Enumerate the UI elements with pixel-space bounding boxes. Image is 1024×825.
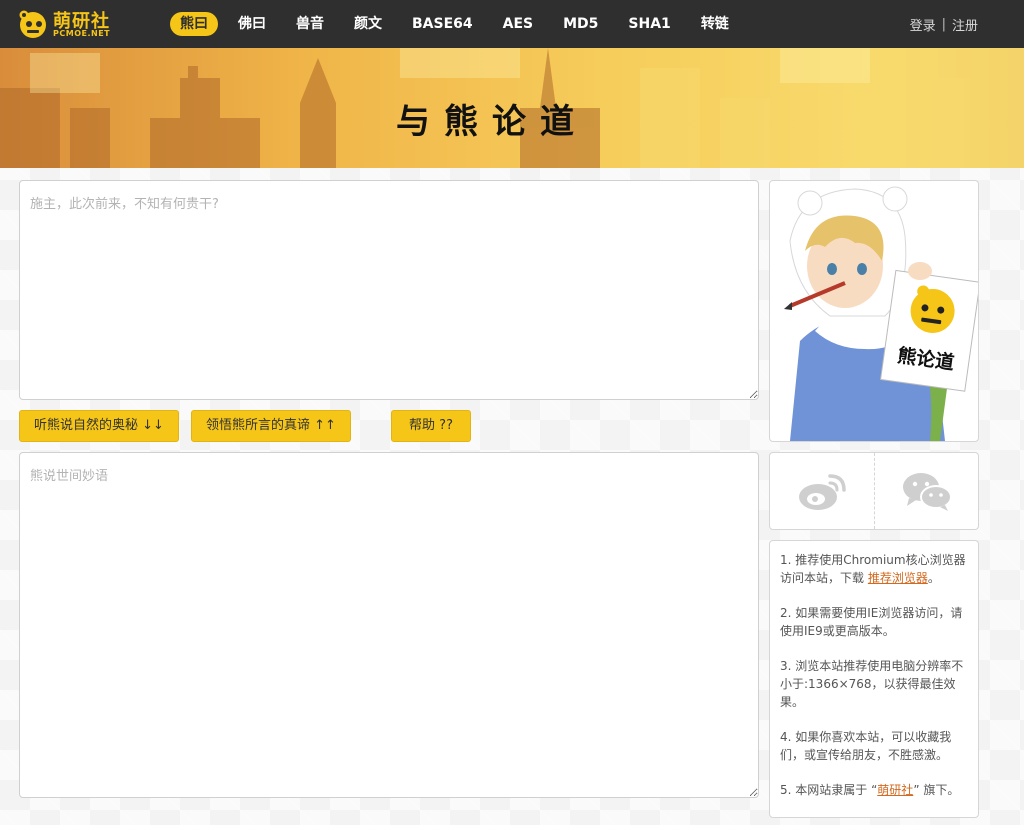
nav-item-md5[interactable]: MD5 bbox=[553, 12, 608, 36]
tip-4: 4. 如果你喜欢本站，可以收藏我们，或宣传给朋友，不胜感激。 bbox=[780, 730, 952, 762]
ciphertext-output[interactable] bbox=[19, 452, 759, 798]
nav-item-zhuanlian[interactable]: 转链 bbox=[691, 12, 739, 36]
nav-item-base64[interactable]: BASE64 bbox=[402, 12, 483, 36]
tip-2: 2. 如果需要使用IE浏览器访问，请使用IE9或更高版本。 bbox=[780, 606, 963, 638]
auth-links: 登录 | 注册 bbox=[910, 15, 978, 34]
nav-item-foyue[interactable]: 佛曰 bbox=[228, 12, 276, 36]
nav-item-xiongyue[interactable]: 熊曰 bbox=[170, 12, 218, 36]
register-link[interactable]: 注册 bbox=[952, 15, 978, 34]
plaintext-input[interactable] bbox=[19, 180, 759, 400]
nav-item-sha1[interactable]: SHA1 bbox=[618, 12, 680, 36]
decode-button[interactable]: 领悟熊所言的真谛 ↑↑ bbox=[191, 410, 351, 442]
tip-5-end: ” 旗下。 bbox=[913, 783, 960, 797]
share-card bbox=[769, 452, 979, 530]
recommended-browser-link[interactable]: 推荐浏览器 bbox=[868, 571, 928, 585]
bear-logo-icon bbox=[19, 10, 46, 38]
site-logo[interactable]: 萌研社 PCMOE.NET bbox=[18, 7, 118, 41]
tips-card: 1. 推荐使用Chromium核心浏览器访问本站，下载 推荐浏览器。 2. 如果… bbox=[769, 540, 979, 818]
wechat-share-button[interactable] bbox=[874, 453, 979, 529]
nav-item-aes[interactable]: AES bbox=[493, 12, 543, 36]
mascot-card: 熊论道 bbox=[769, 180, 979, 442]
pcmoe-link[interactable]: 萌研社 bbox=[877, 783, 913, 797]
encode-button[interactable]: 听熊说自然的奥秘 ↓↓ bbox=[19, 410, 179, 442]
nav-item-yanwen[interactable]: 颜文 bbox=[344, 12, 392, 36]
tip-3: 3. 浏览本站推荐使用电脑分辨率不小于:1366×768，以获得最佳效果。 bbox=[780, 659, 964, 709]
tip-1: 1. 推荐使用Chromium核心浏览器访问本站，下载 推荐浏览器。 bbox=[780, 551, 968, 587]
login-link[interactable]: 登录 bbox=[910, 15, 936, 34]
mascot-illustration: 熊论道 bbox=[784, 186, 978, 441]
top-nav-bar: 萌研社 PCMOE.NET 熊曰 佛曰 兽音 颜文 BASE64 AES MD5… bbox=[0, 0, 1024, 48]
logo-domain: PCMOE.NET bbox=[53, 29, 111, 38]
tip-5: 5. 本网站隶属于 “萌研社” 旗下。 bbox=[780, 781, 968, 799]
page-banner: 与熊论道 bbox=[0, 48, 1024, 168]
main-nav: 熊曰 佛曰 兽音 颜文 BASE64 AES MD5 SHA1 转链 bbox=[170, 12, 749, 36]
tip-1-end: 。 bbox=[927, 571, 940, 585]
weibo-share-button[interactable] bbox=[770, 453, 874, 529]
weibo-icon bbox=[799, 474, 846, 510]
auth-separator: | bbox=[941, 17, 946, 32]
wechat-icon bbox=[903, 473, 952, 511]
help-button[interactable]: 帮助 ?? bbox=[391, 410, 471, 442]
nav-item-shouyin[interactable]: 兽音 bbox=[286, 12, 334, 36]
tip-5-text: 5. 本网站隶属于 “ bbox=[780, 783, 878, 797]
banner-title: 与熊论道 bbox=[396, 102, 588, 142]
